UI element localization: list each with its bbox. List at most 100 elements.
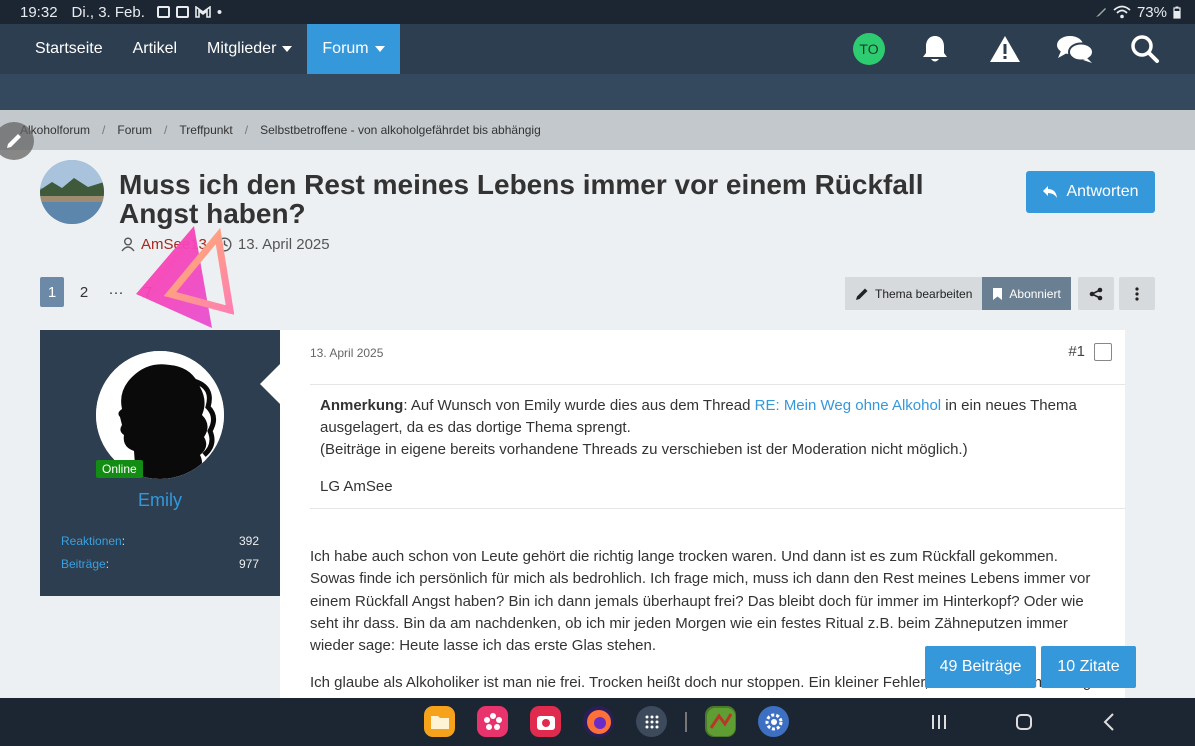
recent-apps-button[interactable] bbox=[930, 698, 948, 746]
sub-navigation bbox=[0, 74, 1195, 110]
nav-forum[interactable]: Forum bbox=[307, 24, 400, 74]
nav-artikel[interactable]: Artikel bbox=[118, 24, 192, 74]
breadcrumb-separator: / bbox=[164, 123, 168, 137]
main-navigation: Startseite Artikel Mitglieder Forum TO bbox=[0, 24, 1195, 74]
page-1[interactable]: 1 bbox=[40, 277, 64, 307]
post-select-checkbox[interactable] bbox=[1094, 343, 1112, 361]
battery-icon bbox=[1173, 6, 1181, 19]
post-user-panel: Online Emily Reaktionen: 392 Beiträge: 9… bbox=[40, 330, 280, 596]
stat-reactions: Reaktionen: 392 bbox=[61, 534, 259, 548]
battery-percent: 73% bbox=[1136, 3, 1167, 21]
nav-label: Forum bbox=[322, 40, 369, 57]
nav-startseite[interactable]: Startseite bbox=[0, 24, 118, 74]
breadcrumb: Alkoholforum / Forum / Treffpunkt / Selb… bbox=[0, 110, 1195, 150]
edit-thread-label: Thema bearbeiten bbox=[875, 286, 973, 301]
pen-status-icon bbox=[1095, 8, 1106, 17]
settings-app-icon[interactable] bbox=[758, 706, 789, 737]
share-button[interactable] bbox=[1078, 277, 1114, 310]
breadcrumb-subforum[interactable]: Selbstbetroffene - von alkoholgefährdet … bbox=[260, 123, 541, 137]
user-initials: TO bbox=[859, 41, 879, 57]
more-tool bbox=[1119, 277, 1155, 310]
user-avatar-menu[interactable]: TO bbox=[853, 33, 885, 65]
home-button[interactable] bbox=[1015, 698, 1033, 746]
breadcrumb-forum[interactable]: Forum bbox=[117, 123, 152, 137]
chevron-down-icon bbox=[282, 46, 293, 52]
reply-icon bbox=[1043, 186, 1058, 198]
status-date: Di., 3. Feb. bbox=[71, 3, 145, 21]
page-2[interactable]: 2 bbox=[72, 277, 96, 307]
wifi-icon bbox=[1113, 5, 1131, 19]
home-icon bbox=[1016, 714, 1032, 730]
stat-reactions-value: 392 bbox=[238, 534, 259, 548]
page-ellipsis[interactable]: ··· bbox=[104, 277, 128, 307]
stat-reactions-label[interactable]: Reaktionen: bbox=[61, 534, 125, 548]
camera-app-icon[interactable] bbox=[530, 706, 561, 737]
stat-posts-label[interactable]: Beiträge: bbox=[61, 557, 109, 571]
firefox-app-icon[interactable] bbox=[583, 706, 614, 737]
notice-line-1: Anmerkung: Auf Wunsch von Emily wurde di… bbox=[320, 395, 1115, 439]
game-app-icon[interactable] bbox=[705, 706, 736, 737]
edit-thread-button[interactable]: Thema bearbeiten bbox=[845, 277, 983, 310]
chevron-down-icon bbox=[374, 46, 385, 52]
subscribed-button[interactable]: Abonniert bbox=[982, 277, 1071, 310]
app-dock bbox=[424, 706, 789, 737]
stat-label-text: Beiträge bbox=[61, 557, 106, 571]
search-icon[interactable] bbox=[1125, 29, 1165, 69]
app-drawer-icon[interactable] bbox=[636, 706, 667, 737]
posts-count-button[interactable]: 49 Beiträge bbox=[925, 646, 1036, 688]
triangle-overlay-icon bbox=[136, 226, 234, 328]
quotes-count-button[interactable]: 10 Zitate bbox=[1041, 646, 1136, 688]
alert-icon[interactable] bbox=[985, 29, 1025, 69]
reply-label: Antworten bbox=[1066, 183, 1139, 200]
notification-icons: • bbox=[156, 3, 223, 21]
more-notifications-dot: • bbox=[216, 3, 223, 21]
notice-line-2: (Beiträge in eigene bereits vorhandene T… bbox=[320, 441, 968, 458]
gmail-notification-icon bbox=[195, 6, 211, 18]
online-status-badge: Online bbox=[96, 460, 143, 478]
notice-signature: LG AmSee bbox=[320, 478, 393, 495]
stat-label-text: Reaktionen bbox=[61, 534, 122, 548]
notice-text-1: : Auf Wunsch von Emily wurde dies aus de… bbox=[403, 397, 755, 414]
stat-posts-value: 977 bbox=[238, 557, 259, 571]
recent-apps-icon bbox=[932, 715, 946, 729]
share-icon bbox=[1089, 287, 1103, 300]
status-right: 73% bbox=[1095, 0, 1181, 24]
dock-divider bbox=[685, 711, 687, 732]
pencil-icon bbox=[7, 134, 21, 148]
notice-bold-label: Anmerkung bbox=[320, 397, 404, 414]
nav-mitglieder[interactable]: Mitglieder bbox=[192, 24, 307, 74]
nav-label: Artikel bbox=[132, 40, 178, 57]
android-status-bar: 19:32 Di., 3. Feb. • 73% bbox=[0, 0, 1195, 24]
thread-tools: Thema bearbeiten Abonniert bbox=[845, 277, 1071, 310]
notice-thread-link[interactable]: RE: Mein Weg ohne Alkohol bbox=[755, 397, 942, 414]
share-tool bbox=[1078, 277, 1114, 310]
post-username[interactable]: Emily bbox=[40, 490, 280, 511]
thread-author-avatar[interactable] bbox=[40, 160, 104, 224]
status-time: 19:32 bbox=[20, 3, 58, 21]
pencil-icon bbox=[856, 288, 868, 300]
post-paragraph: Ich habe auch schon von Leute gehört die… bbox=[310, 548, 1091, 655]
thread-title: Muss ich den Rest meines Lebens immer vo… bbox=[119, 169, 924, 229]
gallery-notification-icon bbox=[156, 6, 170, 18]
flower-app-icon[interactable] bbox=[477, 706, 508, 737]
back-button[interactable] bbox=[1103, 698, 1115, 746]
nav-label: Startseite bbox=[35, 40, 103, 57]
breadcrumb-separator: / bbox=[102, 123, 106, 137]
reply-button[interactable]: Antworten bbox=[1026, 171, 1155, 213]
floating-edit-button[interactable] bbox=[0, 122, 34, 160]
posts-count-label: 49 Beiträge bbox=[939, 658, 1022, 675]
breadcrumb-separator: / bbox=[244, 123, 249, 137]
files-app-icon[interactable] bbox=[424, 706, 455, 737]
user-panel-arrow bbox=[260, 364, 280, 404]
quotes-count-label: 10 Zitate bbox=[1057, 658, 1120, 675]
more-options-button[interactable] bbox=[1119, 277, 1155, 310]
nav-label: Mitglieder bbox=[207, 40, 277, 57]
screenshot-notification-icon bbox=[175, 6, 189, 18]
thread-date: 13. April 2025 bbox=[237, 236, 330, 253]
conversations-icon[interactable] bbox=[1055, 29, 1095, 69]
bell-icon[interactable] bbox=[915, 29, 955, 69]
post-number[interactable]: #1 bbox=[1068, 343, 1085, 360]
post-date[interactable]: 13. April 2025 bbox=[310, 346, 383, 360]
android-navigation-bar bbox=[0, 698, 1195, 746]
breadcrumb-treffpunkt[interactable]: Treffpunkt bbox=[179, 123, 232, 137]
